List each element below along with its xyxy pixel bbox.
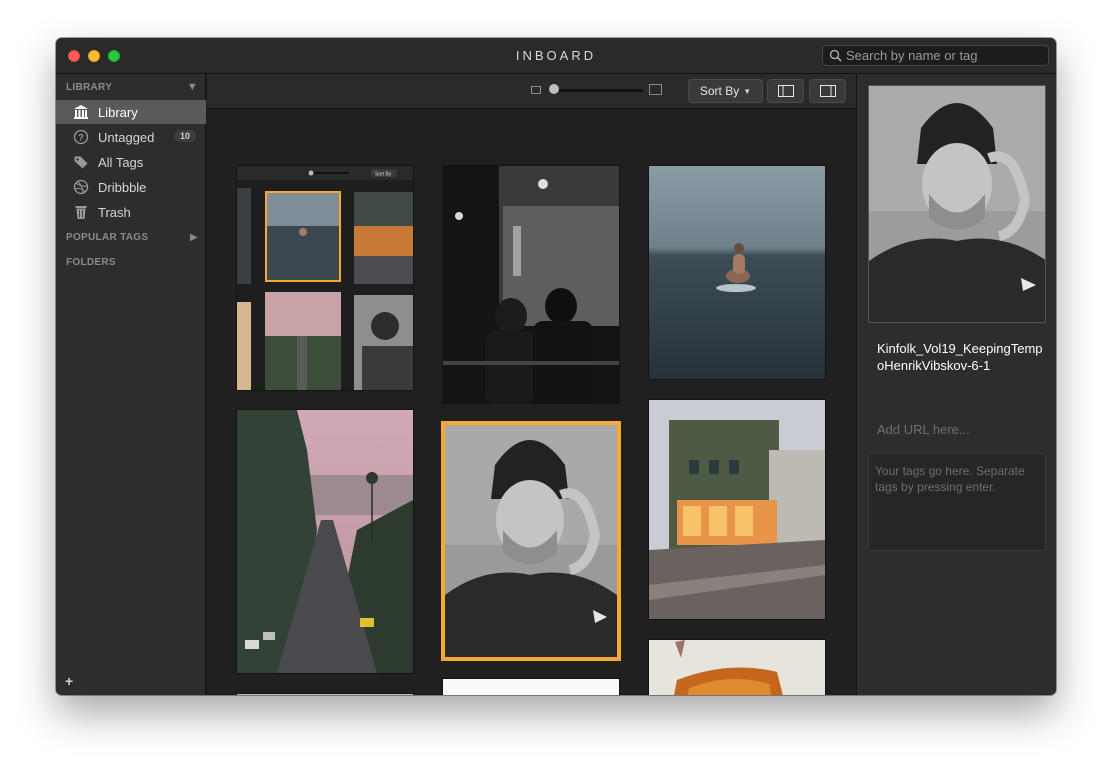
sidebar-item-all-tags[interactable]: All Tags [56, 150, 206, 174]
zoom-slider[interactable] [551, 89, 643, 92]
folders-label: FOLDERS [66, 257, 116, 268]
library-icon [72, 103, 90, 121]
toggle-sidebar-button[interactable] [767, 79, 804, 103]
image-tile[interactable] [237, 694, 413, 695]
chevron-down-icon: ▼ [743, 86, 752, 96]
image-tile[interactable] [445, 425, 617, 657]
right-panel-icon [819, 85, 836, 97]
collapse-arrow-icon[interactable]: ▼ [187, 81, 198, 93]
tags-field[interactable] [868, 453, 1046, 551]
app-window: INBOARD LIBRARY ▼ [56, 38, 1056, 695]
image-tile[interactable] [649, 166, 825, 379]
url-field[interactable] [871, 419, 1043, 439]
tag-icon [72, 153, 90, 171]
search-icon [829, 49, 842, 62]
image-thumbnail [237, 694, 413, 695]
sidebar-item-trash[interactable]: Trash [56, 200, 206, 224]
trash-icon [72, 203, 90, 221]
large-thumbnail-icon [649, 84, 662, 95]
image-tile[interactable] [649, 640, 825, 695]
sidebar-item-label: Trash [98, 204, 131, 220]
search-input[interactable] [846, 48, 1036, 63]
left-panel-icon [777, 85, 794, 97]
question-circle-icon: ? [72, 128, 90, 146]
sort-by-label: Sort By [699, 84, 740, 98]
image-thumbnail [649, 640, 825, 695]
image-grid: Sort By [207, 110, 856, 695]
library-header-label: LIBRARY [66, 82, 113, 93]
image-preview [868, 85, 1046, 323]
popular-tags-label: POPULAR TAGS [66, 232, 149, 243]
folders-header[interactable]: FOLDERS [66, 257, 198, 271]
svg-text:?: ? [78, 133, 84, 143]
file-name: Kinfolk_Vol19_KeepingTempoHenrikVibskov-… [877, 341, 1043, 373]
image-thumbnail [443, 679, 619, 695]
toolbar: Sort By ▼ [207, 74, 856, 109]
inspector-panel: Kinfolk_Vol19_KeepingTempoHenrikVibskov-… [856, 74, 1056, 695]
image-thumbnail [649, 400, 825, 619]
image-thumbnail [445, 425, 617, 657]
small-thumbnail-icon [531, 86, 541, 94]
sidebar-item-label: Untagged [98, 129, 155, 145]
mini-sort-label: Sort By [375, 172, 392, 178]
image-tile[interactable] [443, 679, 619, 695]
expand-arrow-icon[interactable]: ▶ [190, 232, 198, 243]
sidebar-item-untagged[interactable]: ? Untagged 10 [56, 125, 206, 149]
library-section-header[interactable]: LIBRARY ▼ [66, 81, 198, 96]
search-box[interactable] [822, 45, 1049, 66]
dribbble-icon [72, 178, 90, 196]
image-thumbnail [443, 166, 619, 403]
sort-by-button[interactable]: Sort By ▼ [688, 79, 763, 103]
sidebar-item-library[interactable]: Library [56, 100, 206, 124]
sidebar-item-label: All Tags [98, 154, 144, 170]
sidebar: LIBRARY ▼ Library ? Untagged 10 All Tags… [56, 74, 206, 695]
image-thumbnail [237, 410, 413, 673]
sidebar-item-label: Dribbble [98, 179, 147, 195]
image-tile[interactable] [443, 166, 619, 403]
sidebar-item-label: Library [98, 104, 138, 120]
add-button[interactable]: + [65, 673, 73, 689]
zoom-slider-handle[interactable] [549, 84, 559, 94]
image-tile[interactable] [649, 400, 825, 619]
image-thumbnail: Sort By [237, 166, 413, 390]
image-tile[interactable]: Sort By [237, 166, 413, 390]
title-bar: INBOARD [56, 38, 1056, 74]
untagged-count-badge: 10 [173, 130, 196, 142]
toggle-inspector-button[interactable] [809, 79, 846, 103]
sidebar-item-dribbble[interactable]: Dribbble [56, 175, 206, 199]
image-thumbnail [649, 166, 825, 379]
popular-tags-header[interactable]: POPULAR TAGS ▶ [66, 232, 198, 246]
image-tile[interactable] [237, 410, 413, 673]
